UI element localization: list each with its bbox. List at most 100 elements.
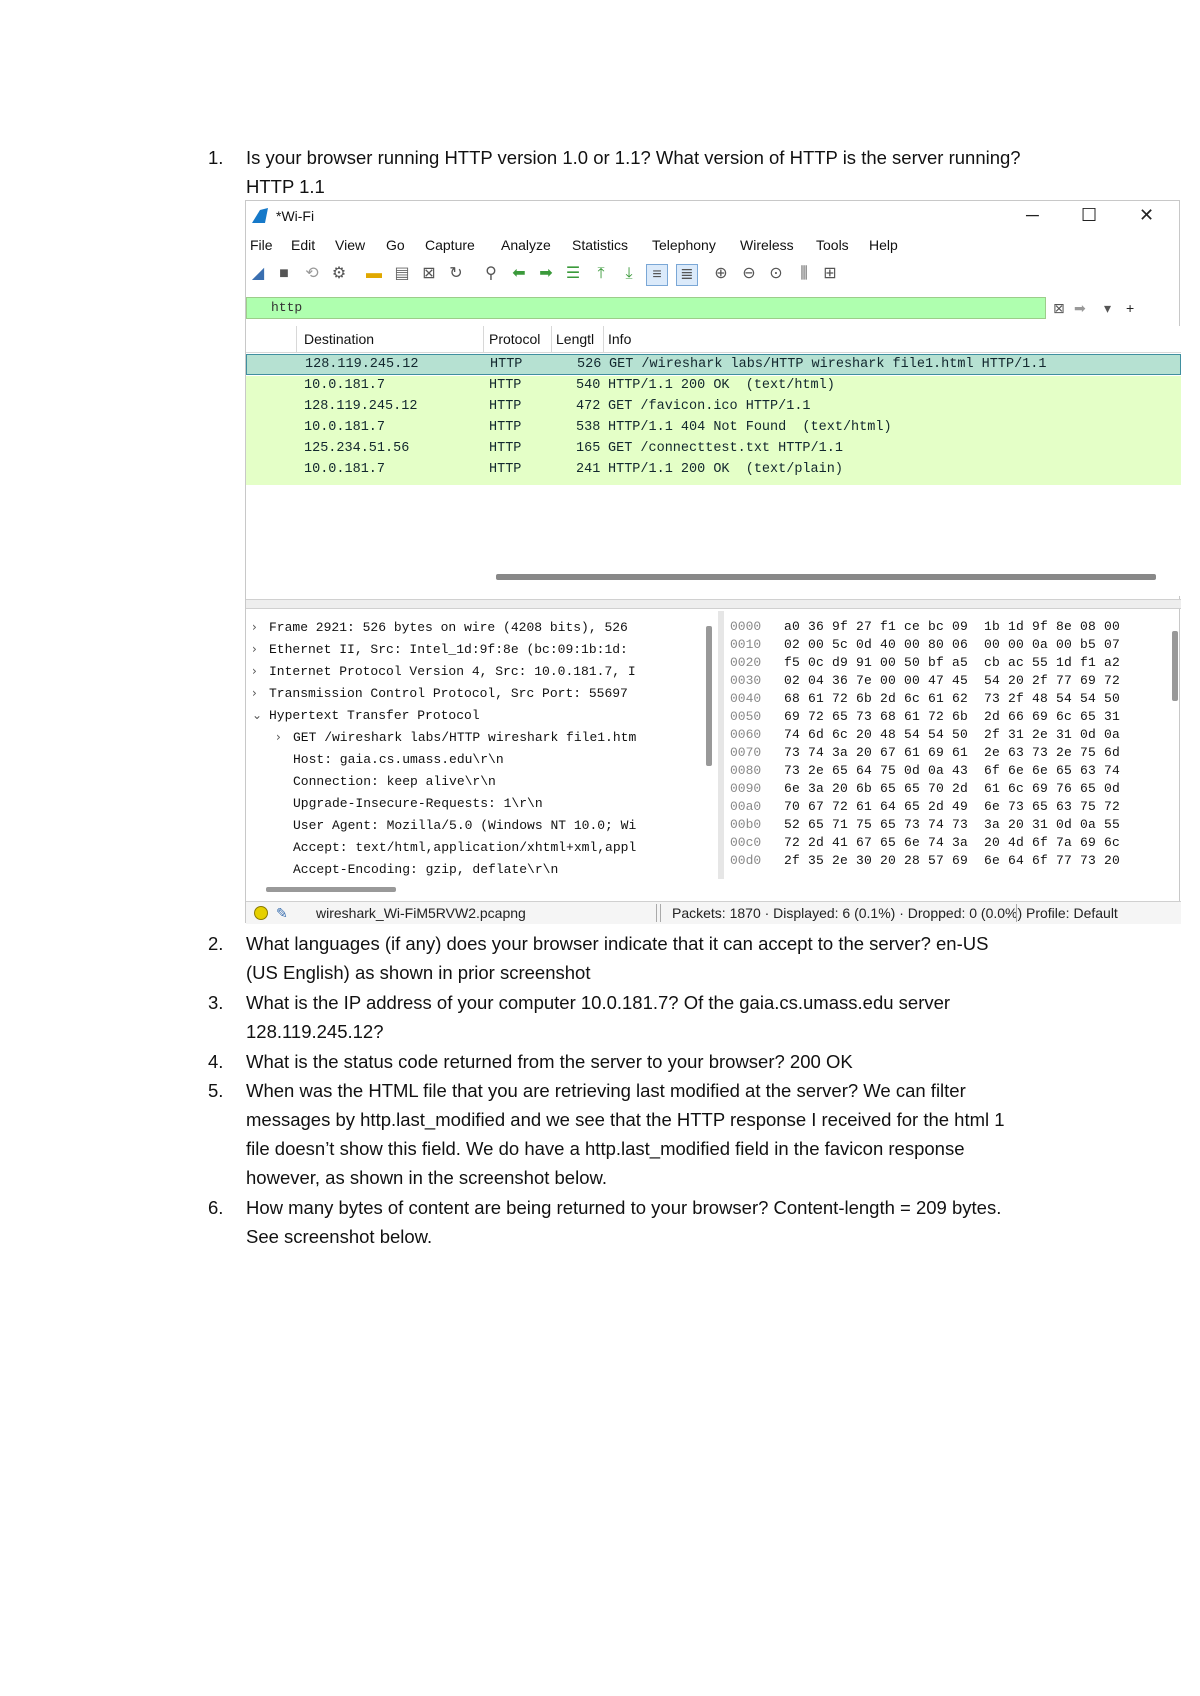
restart-capture-icon[interactable]: ⟲ bbox=[302, 264, 322, 284]
hex-row: 00a0 70 67 72 61 64 65 2d 49 6e 73 65 63 … bbox=[730, 799, 1121, 814]
hex-row: 0020 f5 0c d9 91 00 50 bf a5 cb ac 55 1d … bbox=[730, 655, 1121, 670]
packet-bytes-pane: 0000 a0 36 9f 27 f1 ce bc 09 1b 1d 9f 8e … bbox=[726, 611, 1181, 879]
question-text: What is the IP address of your computer … bbox=[246, 992, 951, 1013]
detail-row[interactable]: › GET /wireshark labs/HTTP wireshark file… bbox=[246, 729, 716, 750]
packet-row[interactable]: 128.119.245.12 HTTP 526 GET /wireshark l… bbox=[246, 354, 1181, 375]
minimize-icon[interactable]: ─ bbox=[1026, 205, 1039, 226]
apply-filter-icon[interactable]: ➡ bbox=[1074, 298, 1086, 318]
pane-vertical-splitter[interactable] bbox=[718, 611, 724, 879]
menu-statistics[interactable]: Statistics bbox=[572, 237, 628, 253]
column-length[interactable]: Lengtl bbox=[556, 331, 594, 347]
capture-file-name: wireshark_Wi-FiM5RVW2.pcapng bbox=[316, 905, 526, 921]
menu-go[interactable]: Go bbox=[386, 237, 405, 253]
clear-filter-icon[interactable]: ⊠ bbox=[1053, 298, 1065, 318]
add-filter-button-icon[interactable]: + bbox=[1126, 298, 1134, 318]
expert-info-icon[interactable] bbox=[254, 906, 268, 920]
packet-row[interactable]: 10.0.181.7 HTTP 540 HTTP/1.1 200 OK (tex… bbox=[246, 376, 1181, 397]
menu-help[interactable]: Help bbox=[869, 237, 898, 253]
start-capture-icon[interactable]: ◢ bbox=[248, 264, 268, 284]
question-number: 3. bbox=[208, 992, 224, 1013]
details-scrollbar[interactable] bbox=[706, 626, 712, 766]
column-protocol[interactable]: Protocol bbox=[489, 331, 540, 347]
question-text: Is your browser running HTTP version 1.0… bbox=[246, 147, 1021, 168]
answer-text: HTTP 1.1 bbox=[246, 176, 325, 197]
save-file-icon[interactable]: ▤ bbox=[392, 264, 412, 284]
question-text: See screenshot below. bbox=[246, 1226, 433, 1247]
go-last-icon[interactable]: ⤓ bbox=[619, 264, 639, 284]
detail-row[interactable]: Upgrade-Insecure-Requests: 1\r\n bbox=[246, 795, 716, 816]
hex-row: 0070 73 74 3a 20 67 61 69 61 2e 63 73 2e … bbox=[730, 745, 1121, 760]
find-packet-icon[interactable]: ⚲ bbox=[481, 264, 501, 284]
resize-columns-icon[interactable]: ⫼ bbox=[794, 264, 814, 284]
packet-row[interactable]: 125.234.51.56 HTTP 165 GET /connecttest.… bbox=[246, 439, 1181, 460]
zoom-in-icon[interactable]: ⊕ bbox=[711, 264, 731, 284]
layout-icon[interactable]: ⊞ bbox=[820, 264, 840, 284]
menu-file[interactable]: File bbox=[250, 237, 273, 253]
detail-row[interactable]: › Ethernet II, Src: Intel_1d:9f:8e (bc:09… bbox=[246, 641, 716, 662]
packet-details-pane: › Frame 2921: 526 bytes on wire (4208 bit… bbox=[246, 611, 716, 879]
packet-list: Destination Protocol Lengtl Info 128.119… bbox=[246, 326, 1181, 596]
display-filter-bar: http ⊠ ➡ ▾ + bbox=[246, 297, 1181, 321]
menu-analyze[interactable]: Analyze bbox=[501, 237, 551, 253]
zoom-out-icon[interactable]: ⊖ bbox=[739, 264, 759, 284]
packet-row[interactable]: 128.119.245.12 HTTP 472 GET /favicon.ico… bbox=[246, 397, 1181, 418]
close-file-icon[interactable]: ⊠ bbox=[419, 264, 439, 284]
menu-view[interactable]: View bbox=[335, 237, 365, 253]
detail-row[interactable]: Accept: text/html,application/xhtml+xml,… bbox=[246, 839, 716, 860]
detail-row[interactable]: ⌄ Hypertext Transfer Protocol bbox=[246, 707, 716, 728]
details-horizontal-scrollbar[interactable] bbox=[266, 887, 396, 892]
packet-row[interactable]: 10.0.181.7 HTTP 538 HTTP/1.1 404 Not Fou… bbox=[246, 418, 1181, 439]
packet-counts: Packets: 1870 · Displayed: 6 (0.1%) · Dr… bbox=[672, 905, 1023, 921]
packet-list-scrollbar[interactable] bbox=[496, 574, 1156, 580]
autoscroll-icon[interactable]: ≡ bbox=[646, 264, 668, 286]
column-destination[interactable]: Destination bbox=[304, 331, 374, 347]
column-info[interactable]: Info bbox=[608, 331, 631, 347]
hex-row: 0060 74 6d 6c 20 48 54 54 50 2f 31 2e 31 … bbox=[730, 727, 1121, 742]
question-text: When was the HTML file that you are retr… bbox=[246, 1080, 966, 1101]
detail-row[interactable]: › Frame 2921: 526 bytes on wire (4208 bit… bbox=[246, 619, 716, 640]
go-first-icon[interactable]: ⤒ bbox=[591, 264, 611, 284]
question-number: 5. bbox=[208, 1080, 224, 1101]
colorize-icon[interactable]: ≣ bbox=[676, 264, 698, 286]
detail-row[interactable]: Connection: keep alive\r\n bbox=[246, 773, 716, 794]
reload-file-icon[interactable]: ↻ bbox=[446, 264, 466, 284]
hex-row: 0040 68 61 72 6b 2d 6c 61 62 73 2f 48 54 … bbox=[730, 691, 1121, 706]
pane-splitter[interactable] bbox=[246, 599, 1181, 609]
display-filter-input[interactable]: http bbox=[246, 297, 1046, 319]
menu-telephony[interactable]: Telephony bbox=[652, 237, 716, 253]
stop-capture-icon[interactable]: ■ bbox=[274, 264, 294, 284]
detail-row[interactable]: › Transmission Control Protocol, Src Port… bbox=[246, 685, 716, 706]
recent-filters-icon[interactable]: ▾ bbox=[1104, 298, 1111, 318]
menu-tools[interactable]: Tools bbox=[816, 237, 849, 253]
wireshark-fin-icon bbox=[252, 208, 268, 223]
menu-capture[interactable]: Capture bbox=[425, 237, 475, 253]
menu-edit[interactable]: Edit bbox=[291, 237, 315, 253]
hex-row: 0080 73 2e 65 64 75 0d 0a 43 6f 6e 6e 65 … bbox=[730, 763, 1121, 778]
go-to-packet-icon[interactable]: ☰ bbox=[563, 264, 583, 284]
go-forward-icon[interactable]: ➡ bbox=[536, 264, 556, 284]
question-number: 1. bbox=[208, 147, 224, 168]
detail-row[interactable]: › Internet Protocol Version 4, Src: 10.0.… bbox=[246, 663, 716, 684]
maximize-icon[interactable]: ☐ bbox=[1081, 205, 1097, 226]
detail-row[interactable]: Host: gaia.cs.umass.edu\r\n bbox=[246, 751, 716, 772]
close-icon[interactable]: ✕ bbox=[1139, 205, 1154, 226]
go-back-icon[interactable]: ⬅ bbox=[509, 264, 529, 284]
title-bar: *Wi-Fi ─ ☐ ✕ bbox=[246, 201, 1179, 233]
question-number: 6. bbox=[208, 1197, 224, 1218]
normal-size-icon[interactable]: ⊙ bbox=[766, 264, 786, 284]
menu-bar: File Edit View Go Capture Analyze Statis… bbox=[246, 235, 1179, 257]
detail-row[interactable]: User Agent: Mozilla/5.0 (Windows NT 10.0… bbox=[246, 817, 716, 838]
main-toolbar: ◢ ■ ⟲ ⚙ ▬ ▤ ⊠ ↻ ⚲ ⬅ ➡ ☰ ⤒ ⤓ ≡ ≣ ⊕ ⊖ ⊙ ⫼ … bbox=[246, 261, 1179, 289]
packet-row[interactable]: 10.0.181.7 HTTP 241 HTTP/1.1 200 OK (tex… bbox=[246, 460, 1181, 481]
question-text: What languages (if any) does your browse… bbox=[246, 933, 989, 954]
window-title: *Wi-Fi bbox=[276, 208, 315, 224]
bytes-scrollbar[interactable] bbox=[1172, 631, 1178, 701]
profile-indicator[interactable]: Profile: Default bbox=[1026, 905, 1118, 921]
open-file-icon[interactable]: ▬ bbox=[364, 264, 384, 284]
menu-wireless[interactable]: Wireless bbox=[740, 237, 794, 253]
capture-options-icon[interactable]: ⚙ bbox=[329, 264, 349, 284]
detail-row[interactable]: Accept-Encoding: gzip, deflate\r\n bbox=[246, 861, 716, 879]
question-text: (US English) as shown in prior screensho… bbox=[246, 962, 591, 983]
capture-comment-icon[interactable]: ✎ bbox=[276, 905, 288, 922]
hex-row: 0000 a0 36 9f 27 f1 ce bc 09 1b 1d 9f 8e … bbox=[730, 619, 1121, 634]
